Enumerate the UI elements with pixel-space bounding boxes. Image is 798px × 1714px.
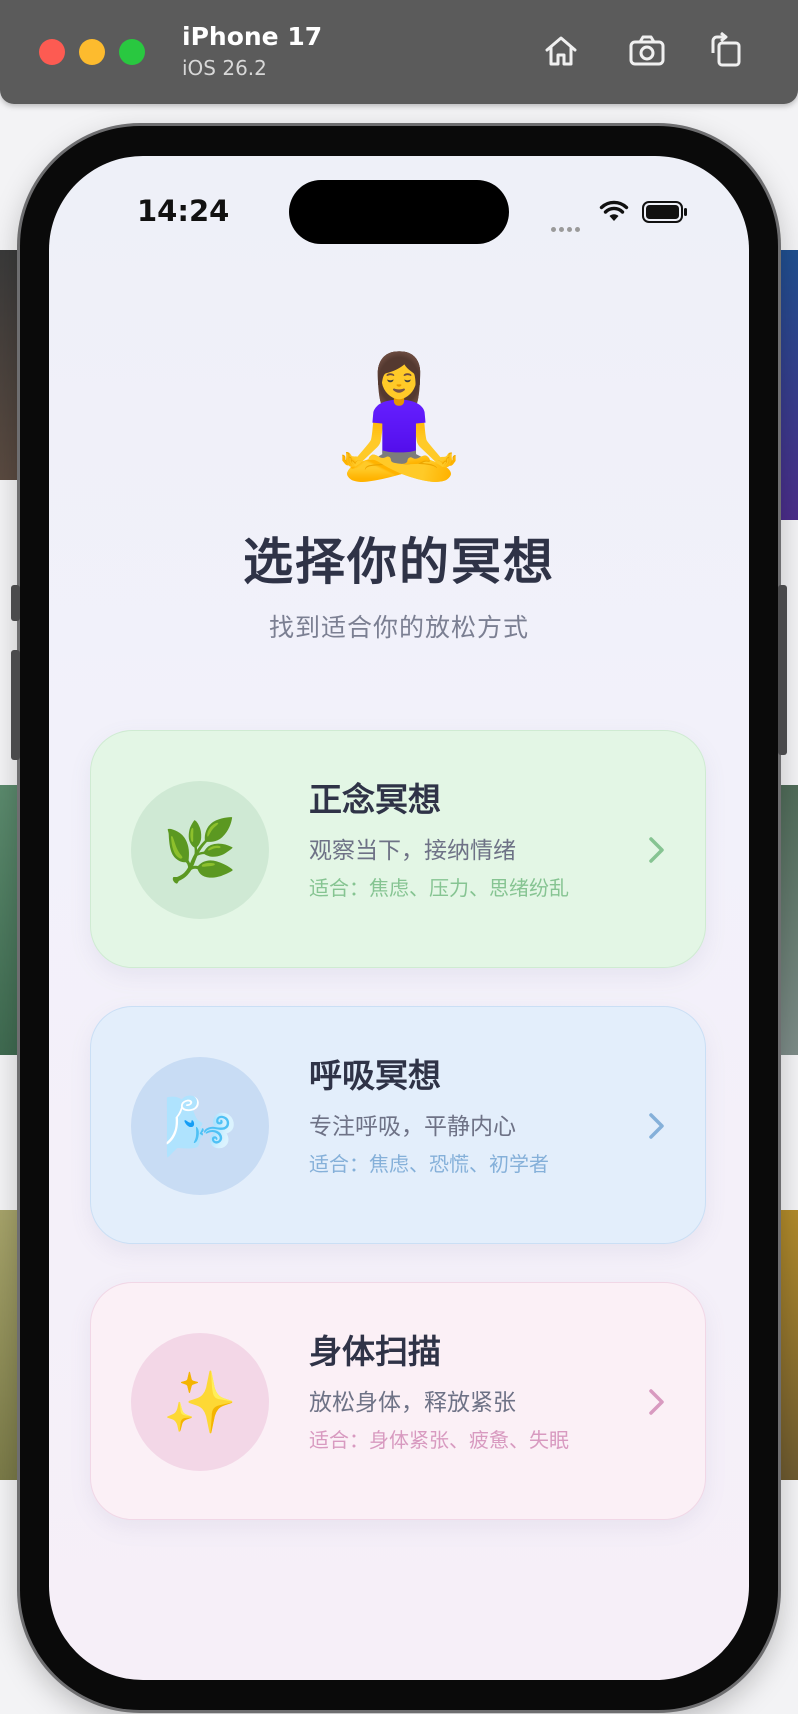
chevron-right-icon xyxy=(649,837,664,863)
home-button[interactable] xyxy=(538,28,584,74)
screenshot-button[interactable] xyxy=(624,28,670,74)
close-window-button[interactable] xyxy=(39,39,65,65)
phone-screen: 14:24 🧘‍♀️ 选择你的冥想 找到适合你的放松方式 🌿 正念冥想 观察当下… xyxy=(49,156,749,1680)
home-icon xyxy=(545,36,577,66)
background-app-thumbnail xyxy=(776,250,798,520)
wind-icon: 🌬️ xyxy=(131,1057,269,1195)
card-title: 身体扫描 xyxy=(309,1332,441,1371)
camera-icon xyxy=(629,35,665,66)
simulator-title-bar: iPhone 17 iOS 26.2 xyxy=(0,0,798,104)
card-description: 放松身体，释放紧张 xyxy=(309,1390,516,1416)
chevron-right-icon xyxy=(649,1389,664,1415)
device-name: iPhone 17 xyxy=(182,22,323,51)
body-scan-card[interactable]: ✨ 身体扫描 放松身体，释放紧张 适合：身体紧张、疲惫、失眠 xyxy=(90,1282,706,1520)
power-button[interactable] xyxy=(778,585,787,755)
rotate-icon xyxy=(711,31,741,67)
card-title: 正念冥想 xyxy=(309,780,441,819)
page-subtitle: 找到适合你的放松方式 xyxy=(268,613,529,642)
volume-button[interactable] xyxy=(11,650,20,760)
card-suitable-for: 适合：焦虑、压力、思绪纷乱 xyxy=(309,876,569,900)
card-description: 观察当下，接纳情绪 xyxy=(309,838,516,864)
page-title: 选择你的冥想 xyxy=(243,533,555,591)
os-version: iOS 26.2 xyxy=(182,56,267,80)
sparkles-icon: ✨ xyxy=(131,1333,269,1471)
battery-icon xyxy=(642,201,687,223)
cellular-signal-icon xyxy=(551,217,583,236)
card-suitable-for: 适合：焦虑、恐慌、初学者 xyxy=(309,1152,549,1176)
meditation-emoji-icon: 🧘‍♀️ xyxy=(325,347,473,485)
chevron-right-icon xyxy=(649,1113,664,1139)
zoom-window-button[interactable] xyxy=(119,39,145,65)
dynamic-island xyxy=(289,180,509,244)
background-app-thumbnail xyxy=(776,1210,798,1480)
minimize-window-button[interactable] xyxy=(79,39,105,65)
leaf-icon: 🌿 xyxy=(131,781,269,919)
breathing-meditation-card[interactable]: 🌬️ 呼吸冥想 专注呼吸，平静内心 适合：焦虑、恐慌、初学者 xyxy=(90,1006,706,1244)
mindfulness-meditation-card[interactable]: 🌿 正念冥想 观察当下，接纳情绪 适合：焦虑、压力、思绪纷乱 xyxy=(90,730,706,968)
wifi-icon xyxy=(599,200,629,221)
background-app-thumbnail xyxy=(0,250,22,480)
card-suitable-for: 适合：身体紧张、疲惫、失眠 xyxy=(309,1428,569,1452)
card-title: 呼吸冥想 xyxy=(309,1056,441,1095)
status-time: 14:24 xyxy=(137,194,230,228)
action-button[interactable] xyxy=(11,585,20,621)
card-description: 专注呼吸，平静内心 xyxy=(309,1114,516,1140)
background-app-thumbnail xyxy=(776,785,798,1055)
background-app-thumbnail xyxy=(0,1210,22,1480)
background-app-thumbnail xyxy=(0,785,22,1055)
rotate-button[interactable] xyxy=(702,28,748,74)
